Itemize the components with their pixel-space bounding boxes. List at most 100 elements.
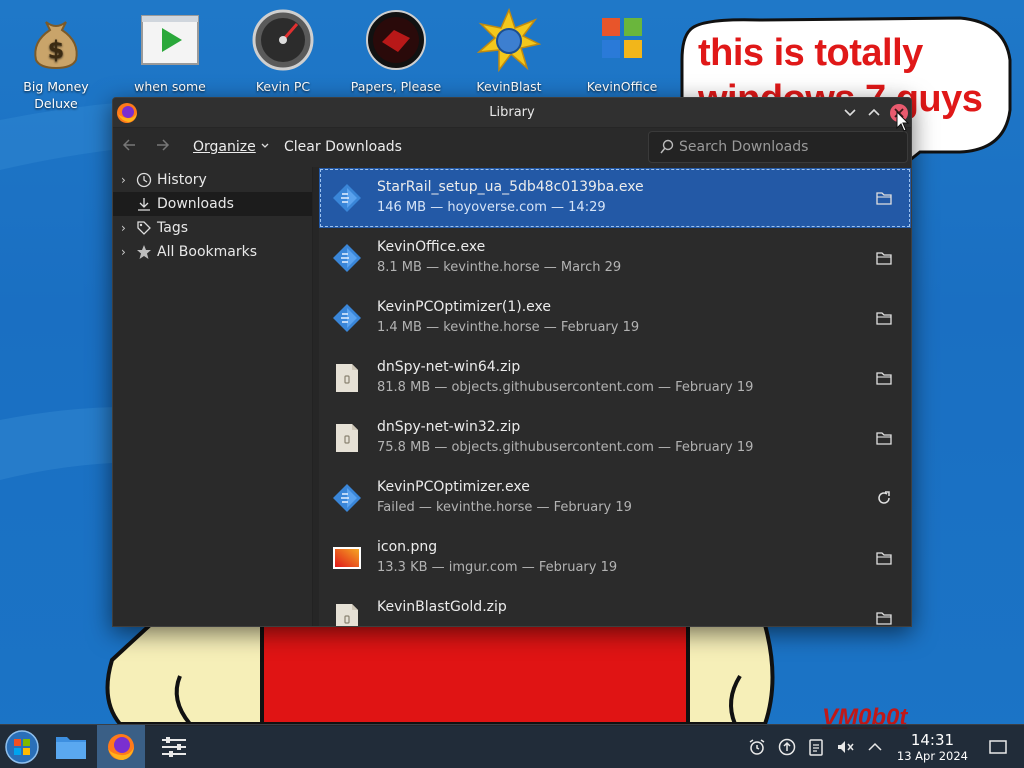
- download-details: 81.8 MB — objects.githubusercontent.com …: [377, 380, 754, 395]
- downloads-list: StarRail_setup_ua_5db48c0139ba.exe 146 MB…: [319, 168, 911, 626]
- svg-text:$: $: [48, 36, 65, 64]
- taskbar: 14:31 13 Apr 2024: [0, 724, 1024, 768]
- chevron-up-icon: [868, 108, 880, 116]
- zip-icon: [331, 602, 363, 626]
- maximize-button[interactable]: [865, 104, 883, 122]
- download-filename: dnSpy-net-win64.zip: [377, 359, 521, 375]
- expand-arrow-icon[interactable]: ›: [121, 168, 126, 192]
- chevron-up-icon[interactable]: [865, 737, 885, 757]
- window-titlebar[interactable]: Library: [113, 98, 911, 128]
- retry-icon: [878, 491, 890, 504]
- money-bag-icon: $: [34, 21, 78, 70]
- expand-arrow-icon[interactable]: ›: [121, 216, 126, 240]
- folder-icon: [876, 612, 892, 625]
- sidebar-item-downloads[interactable]: Downloads: [113, 192, 312, 216]
- clock-time: 14:31: [910, 731, 955, 749]
- exe-icon: [331, 182, 363, 214]
- clock-icon: [136, 172, 152, 188]
- desktop-icon-label: Big Money: [23, 79, 89, 94]
- sidebar-item-tags[interactable]: › Tags: [113, 216, 312, 240]
- volume-muted-icon[interactable]: [835, 737, 855, 757]
- star-icon: [137, 245, 151, 259]
- speedometer-icon: [252, 9, 314, 71]
- network-upload-icon[interactable]: [777, 737, 797, 757]
- show-desktop-icon[interactable]: [988, 737, 1008, 757]
- download-row[interactable]: KevinPCOptimizer.exe Failed — kevinthe.ho…: [319, 468, 911, 528]
- search-icon: [660, 139, 674, 154]
- chevron-down-icon: [844, 109, 856, 117]
- open-containing-folder-button[interactable]: [875, 549, 893, 567]
- desktop-icon-label: when some: [134, 79, 206, 94]
- desktop-icon-when-some[interactable]: when some: [122, 8, 218, 95]
- expand-arrow-icon[interactable]: ›: [121, 240, 126, 264]
- download-filename: StarRail_setup_ua_5db48c0139ba.exe: [377, 179, 644, 195]
- desktop-icon-big-money-deluxe[interactable]: $ Big Money Deluxe: [8, 8, 104, 112]
- open-containing-folder-button[interactable]: [875, 249, 893, 267]
- exe-icon: [331, 482, 363, 514]
- sidebar-item-label: Tags: [157, 220, 188, 236]
- desktop-icon-kevinoffice[interactable]: KevinOffice: [574, 8, 670, 95]
- download-row[interactable]: dnSpy-net-win32.zip 75.8 MB — objects.git…: [319, 408, 911, 468]
- clear-downloads-button[interactable]: Clear Downloads: [284, 139, 402, 155]
- desktop-icon-label: Papers, Please: [350, 79, 442, 94]
- open-containing-folder-button[interactable]: [875, 369, 893, 387]
- taskbar-settings-mixer[interactable]: [150, 725, 198, 768]
- firefox-icon: [108, 734, 134, 760]
- desktop-icon-papers-please[interactable]: Papers, Please: [348, 8, 444, 95]
- start-button[interactable]: [0, 725, 48, 768]
- search-input[interactable]: [679, 137, 899, 157]
- download-row[interactable]: icon.png 13.3 KB — imgur.com — February 1…: [319, 528, 911, 588]
- window-title: Library: [489, 105, 535, 120]
- download-details: Failed — kevinthe.horse — February 19: [377, 500, 632, 515]
- download-row[interactable]: KevinBlastGold.zip: [319, 588, 911, 626]
- download-filename: KevinBlastGold.zip: [377, 599, 507, 615]
- organize-menu-button[interactable]: Organize: [193, 139, 270, 155]
- clipboard-icon[interactable]: [806, 737, 826, 757]
- desktop-icon-label: Kevin PC: [255, 79, 311, 94]
- desktop-icon-label: KevinOffice: [586, 79, 658, 94]
- download-details: 13.3 KB — imgur.com — February 19: [377, 560, 618, 575]
- download-filename: dnSpy-net-win32.zip: [377, 419, 521, 435]
- sidebar-item-label: Downloads: [157, 196, 234, 212]
- open-containing-folder-button[interactable]: [875, 309, 893, 327]
- retry-download-button[interactable]: [875, 489, 893, 507]
- sidebar-item-label: All Bookmarks: [157, 244, 258, 260]
- sidebar-item-all-bookmarks[interactable]: › All Bookmarks: [113, 240, 312, 264]
- back-button[interactable]: [121, 137, 137, 158]
- forward-button[interactable]: [155, 137, 171, 158]
- sidebar-item-label: History: [157, 172, 207, 188]
- taskbar-firefox[interactable]: [97, 725, 145, 768]
- folder-icon: [876, 372, 892, 385]
- arrow-right-icon: [157, 139, 170, 151]
- download-icon: [138, 198, 150, 211]
- search-downloads-box[interactable]: [648, 131, 908, 163]
- open-containing-folder-button[interactable]: [875, 189, 893, 207]
- folder-icon: [876, 552, 892, 565]
- exe-icon: [331, 302, 363, 334]
- desktop-icon-label: KevinBlast: [476, 79, 542, 94]
- download-row[interactable]: dnSpy-net-win64.zip 81.8 MB — objects.git…: [319, 348, 911, 408]
- download-row[interactable]: KevinOffice.exe 8.1 MB — kevinthe.horse —…: [319, 228, 911, 288]
- office-logo-icon: [602, 18, 642, 58]
- alarm-clock-icon[interactable]: [747, 737, 767, 757]
- open-containing-folder-button[interactable]: [875, 609, 893, 626]
- download-filename: KevinOffice.exe: [377, 239, 486, 255]
- sidebar-item-history[interactable]: › History: [113, 168, 312, 192]
- download-row[interactable]: StarRail_setup_ua_5db48c0139ba.exe 146 MB…: [319, 168, 911, 228]
- download-filename: KevinPCOptimizer(1).exe: [377, 299, 552, 315]
- system-clock[interactable]: 14:31 13 Apr 2024: [897, 731, 968, 763]
- taskbar-file-manager[interactable]: [47, 725, 95, 768]
- desktop-icon-kevin-pc[interactable]: Kevin PC: [235, 8, 331, 95]
- windows-start-orb-icon: [5, 730, 39, 764]
- folder-icon: [876, 252, 892, 265]
- download-details: 75.8 MB — objects.githubusercontent.com …: [377, 440, 754, 455]
- desktop-icon-kevinblast[interactable]: KevinBlast: [461, 8, 557, 95]
- video-play-icon: [141, 15, 199, 65]
- exe-icon: [331, 242, 363, 274]
- sliders-icon: [162, 737, 186, 757]
- folder-icon: [56, 737, 86, 759]
- download-row[interactable]: KevinPCOptimizer(1).exe 1.4 MB — kevinthe…: [319, 288, 911, 348]
- library-sidebar: › History Downloads › Tags › All Bookmar…: [113, 167, 313, 626]
- open-containing-folder-button[interactable]: [875, 429, 893, 447]
- minimize-button[interactable]: [841, 104, 859, 122]
